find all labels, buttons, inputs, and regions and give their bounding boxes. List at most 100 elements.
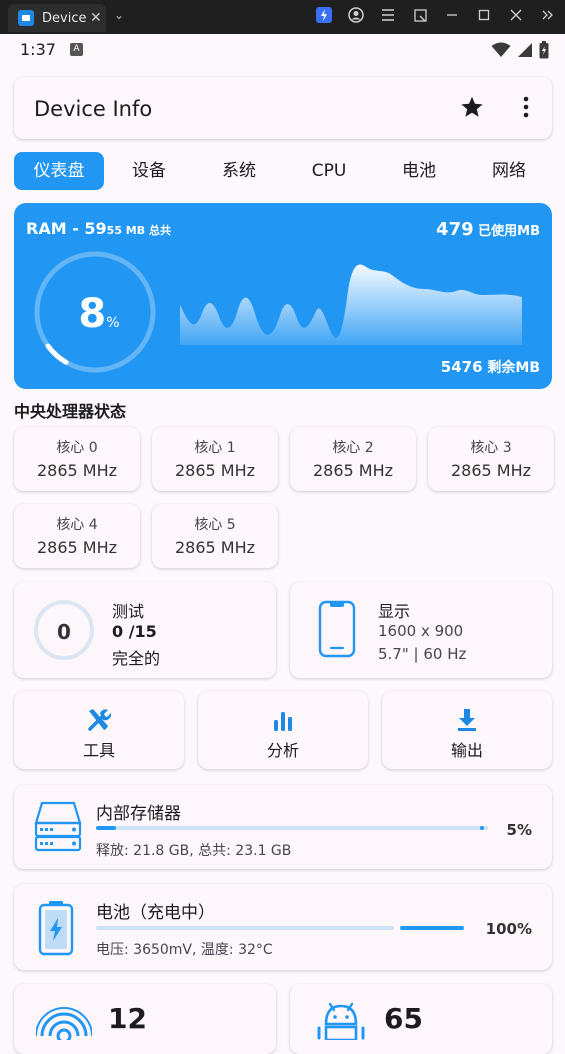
- tab-battery[interactable]: 电池: [374, 152, 464, 190]
- tab-dashboard[interactable]: 仪表盘: [14, 152, 104, 190]
- test-count: 0: [57, 620, 71, 644]
- display-label: 显示: [378, 602, 411, 621]
- storage-bar-end: [480, 826, 484, 830]
- core-frequency: 2865 MHz: [36, 538, 118, 557]
- core-name: 核心 0: [56, 440, 98, 456]
- analysis-label: 分析: [266, 741, 299, 760]
- cpu-section-title: 中央处理器状态: [14, 402, 127, 421]
- core-card[interactable]: 核心 1 2865 MHz: [152, 427, 278, 491]
- core-name: 核心 1: [194, 440, 236, 456]
- ram-percent-value: 8: [78, 291, 107, 337]
- core-card[interactable]: 核心 2 2865 MHz: [290, 427, 416, 491]
- ram-used-unit: 已使用MB: [473, 224, 540, 239]
- core-frequency: 2865 MHz: [312, 461, 394, 480]
- wifi-icon: [491, 42, 511, 57]
- battery-bar-track: [96, 926, 394, 930]
- battery-bar-fill: [400, 926, 464, 930]
- ram-free: 5476 剩余MB: [441, 357, 540, 377]
- core-card[interactable]: 核心 5 2865 MHz: [152, 504, 278, 568]
- core-frequency: 2865 MHz: [174, 538, 256, 557]
- storage-drive-icon: [34, 801, 82, 852]
- apps-count: 65: [384, 1002, 423, 1035]
- core-name: 核心 2: [332, 440, 374, 456]
- browser-titlebar: Device... ✕ ⌄: [0, 0, 565, 34]
- storage-subtitle: 释放: 21.8 GB, 总共: 23.1 GB: [96, 843, 292, 859]
- tab-close-icon[interactable]: ✕: [90, 10, 102, 26]
- core-frequency: 2865 MHz: [450, 461, 532, 480]
- app-favicon-icon: [18, 10, 34, 26]
- expand-sidebar-icon[interactable]: [539, 6, 557, 24]
- core-frequency: 2865 MHz: [174, 461, 256, 480]
- storage-percent: 5%: [506, 821, 532, 839]
- storage-title: 内部存储器: [96, 804, 181, 824]
- ram-title: RAM - 5955 MB 总共: [26, 219, 171, 238]
- display-card[interactable]: 显示 1600 x 900 5.7" | 60 Hz: [290, 582, 552, 678]
- battery-subtitle: 电压: 3650mV, 温度: 32°C: [96, 942, 273, 958]
- android-icon: [317, 1002, 365, 1040]
- export-label: 输出: [450, 741, 483, 760]
- battery-percent: 100%: [485, 920, 532, 938]
- core-card[interactable]: 核心 4 2865 MHz: [14, 504, 140, 568]
- display-resolution: 1600 x 900: [378, 622, 464, 640]
- minimize-icon[interactable]: [443, 6, 461, 24]
- core-card[interactable]: 核心 3 2865 MHz: [428, 427, 554, 491]
- ram-history-chart: [180, 264, 522, 345]
- menu-icon[interactable]: [379, 6, 397, 24]
- popout-icon[interactable]: [411, 6, 429, 24]
- display-size-refresh: 5.7" | 60 Hz: [378, 645, 467, 663]
- tab-device[interactable]: 设备: [104, 152, 194, 190]
- ram-free-value: 5476: [440, 358, 483, 376]
- app-title: Device Info: [34, 97, 153, 121]
- battery-charging-icon: [539, 41, 549, 59]
- browser-tab-title: Device...: [42, 10, 86, 26]
- apps-card[interactable]: 65: [290, 984, 552, 1054]
- close-window-icon[interactable]: [507, 6, 525, 24]
- tab-cpu[interactable]: CPU: [284, 152, 374, 190]
- storage-bar-fill: [96, 826, 116, 830]
- storage-card[interactable]: 内部存储器 5% 释放: 21.8 GB, 总共: 23.1 GB: [14, 785, 552, 869]
- ram-percent: 8%: [64, 291, 134, 337]
- tab-network[interactable]: 网络: [464, 152, 554, 190]
- ram-title-prefix: RAM - 59: [26, 219, 107, 238]
- tab-list-chevron-icon[interactable]: ⌄: [114, 8, 124, 22]
- maximize-icon[interactable]: [475, 6, 493, 24]
- sensors-icon: [36, 1007, 92, 1040]
- sensors-card[interactable]: 12: [14, 984, 276, 1054]
- analysis-button[interactable]: 分析: [198, 691, 368, 769]
- tab-bar: 仪表盘 设备 系统 CPU 电池 网络: [14, 152, 554, 190]
- download-icon: [458, 709, 476, 731]
- star-icon[interactable]: [460, 95, 484, 119]
- more-options-icon[interactable]: [516, 95, 536, 119]
- notification-icon: A: [70, 43, 83, 56]
- browser-tab[interactable]: Device... ✕: [8, 4, 106, 32]
- tab-system[interactable]: 系统: [194, 152, 284, 190]
- test-card[interactable]: 0 测试 0 /15 完全的: [14, 582, 276, 678]
- test-status: 完全的: [112, 649, 161, 668]
- bar-chart-icon: [274, 712, 292, 731]
- app-bar: Device Info: [14, 77, 552, 139]
- sensors-count: 12: [108, 1002, 147, 1035]
- battery-charging-large-icon: [38, 901, 74, 956]
- status-bar: 1:37 A: [0, 34, 565, 64]
- ram-used-value: 479: [436, 219, 474, 240]
- ram-percent-unit: %: [106, 315, 120, 331]
- ram-free-unit: 剩余MB: [482, 360, 540, 376]
- ram-card[interactable]: RAM - 5955 MB 总共 479 已使用MB 8% 5476 剩余MB: [14, 203, 552, 389]
- account-icon[interactable]: [347, 6, 365, 24]
- export-button[interactable]: 输出: [382, 691, 552, 769]
- signal-icon: [518, 43, 532, 57]
- ram-title-suffix: 55 MB 总共: [106, 224, 171, 237]
- core-frequency: 2865 MHz: [36, 461, 118, 480]
- tools-icon: [88, 709, 112, 731]
- ram-used: 479 已使用MB: [436, 219, 540, 240]
- test-progress: 0 /15: [112, 622, 157, 641]
- extension-icon[interactable]: [315, 6, 333, 24]
- tools-button[interactable]: 工具: [14, 691, 184, 769]
- core-name: 核心 4: [56, 517, 98, 533]
- core-name: 核心 3: [470, 440, 512, 456]
- battery-card[interactable]: 电池（充电中） 100% 电压: 3650mV, 温度: 32°C: [14, 884, 552, 970]
- phone-icon: [318, 600, 356, 658]
- core-card[interactable]: 核心 0 2865 MHz: [14, 427, 140, 491]
- storage-bar-track: [96, 826, 488, 830]
- battery-title: 电池（充电中）: [96, 903, 215, 923]
